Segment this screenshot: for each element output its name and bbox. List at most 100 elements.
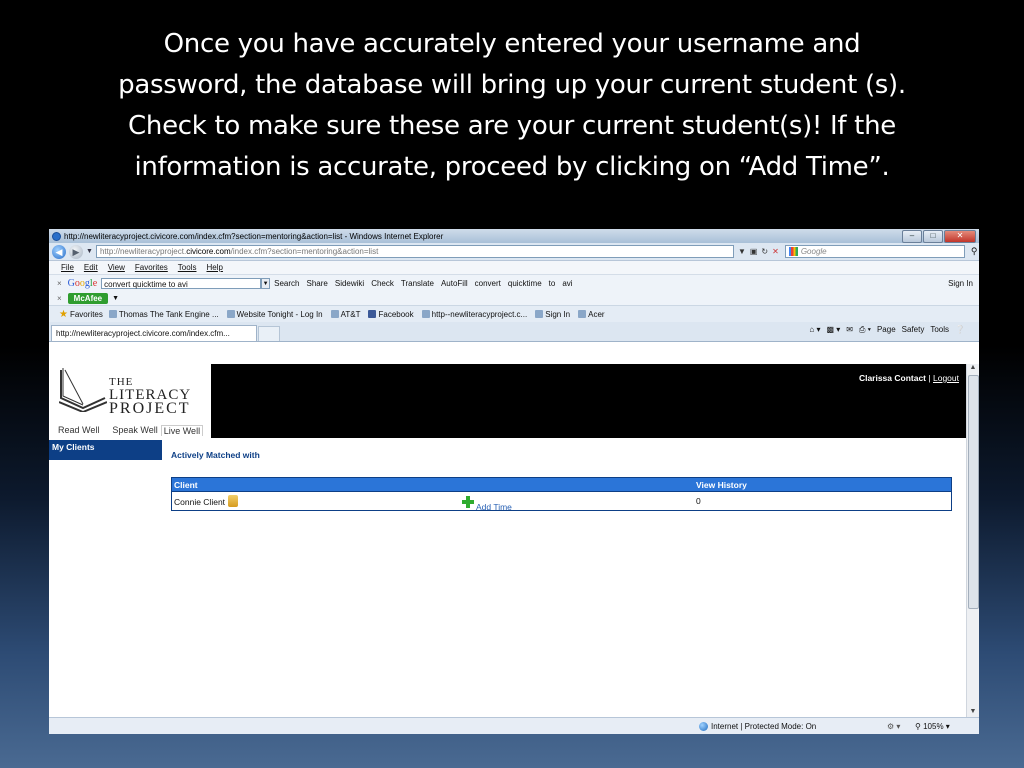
site-header: THE LITERACY PROJECT Read Well Speak Wel… — [49, 364, 967, 438]
print-icon[interactable]: ⎙ ▾ — [859, 325, 871, 335]
highlight-convert[interactable]: convert — [475, 279, 501, 288]
minimize-button[interactable]: – — [902, 230, 922, 243]
address-bar-row: ◀ ▶ ▼ http://newliteracyproject. civicore… — [49, 243, 979, 261]
favorite-signin[interactable]: Sign In — [535, 309, 570, 319]
google-search-button[interactable]: Search — [274, 279, 299, 288]
history-dropdown-icon[interactable]: ▼ — [86, 248, 93, 255]
page-menu[interactable]: Page — [877, 325, 896, 335]
google-share-button[interactable]: Share — [307, 279, 328, 288]
favorites-button[interactable]: ★ Favorites — [59, 309, 103, 320]
search-input[interactable]: Google — [784, 245, 965, 258]
caption-line-3: Check to make sure these are your curren… — [128, 111, 896, 141]
add-time-cell: Add Time — [460, 492, 694, 512]
highlight-quicktime[interactable]: quicktime — [508, 279, 542, 288]
table-row: Connie Client Add Time 0 — [172, 492, 952, 512]
query-dropdown-icon[interactable]: ▼ — [261, 277, 271, 289]
security-zone[interactable]: Internet | Protected Mode: On — [699, 721, 816, 731]
close-button[interactable]: ✕ — [944, 230, 976, 243]
stop-icon[interactable]: ✕ — [772, 247, 779, 256]
logo-text-project: PROJECT — [109, 400, 191, 417]
client-cell: Connie Client — [172, 492, 461, 511]
favorite-newliteracy[interactable]: http--newliteracyproject.c... — [421, 309, 527, 319]
ie-icon — [52, 231, 61, 241]
view-history-cell[interactable]: 0 — [694, 492, 952, 511]
user-separator: | — [928, 373, 931, 383]
add-time-button[interactable]: Add Time — [462, 496, 512, 512]
window-titlebar: http://newliteracyproject.civicore.com/i… — [49, 229, 979, 243]
google-query-input[interactable]: convert quicktime to avi — [101, 277, 262, 289]
nav-read-well[interactable]: Read Well — [49, 425, 102, 436]
compatibility-icon[interactable]: ▣ — [750, 247, 758, 256]
menu-file[interactable]: File — [61, 263, 74, 272]
menu-bar: File Edit View Favorites Tools Help — [49, 261, 979, 274]
menu-view[interactable]: View — [108, 263, 125, 272]
menu-tools[interactable]: Tools — [178, 263, 197, 272]
google-check-button[interactable]: Check — [371, 279, 394, 288]
maximize-button[interactable]: □ — [923, 230, 943, 243]
address-field[interactable]: http://newliteracyproject. civicore.com/i… — [95, 245, 734, 258]
mcafee-dropdown-icon[interactable]: ▼ — [112, 295, 119, 302]
nav-live-well[interactable]: Live Well — [160, 425, 204, 436]
site-logo[interactable]: THE LITERACY PROJECT Read Well Speak Wel… — [49, 364, 211, 438]
google-autofill-button[interactable]: AutoFill — [441, 279, 468, 288]
scroll-thumb[interactable] — [968, 375, 979, 609]
globe-icon — [699, 721, 708, 731]
slide-caption: Once you have accurately entered your us… — [40, 24, 984, 188]
google-logo: Google — [67, 277, 98, 289]
refresh-icon[interactable]: ↻ — [761, 247, 768, 256]
favorite-website-tonight[interactable]: Website Tonight - Log In — [226, 309, 323, 319]
caption-line-2: password, the database will bring up you… — [118, 70, 906, 100]
scroll-up-icon[interactable]: ▲ — [967, 364, 979, 374]
google-sidewiki-button[interactable]: Sidewiki — [335, 279, 364, 288]
page-content: THE LITERACY PROJECT Read Well Speak Wel… — [49, 364, 967, 718]
tab-current[interactable]: http://newliteracyproject.civicore.com/i… — [51, 325, 257, 341]
column-header-view-history: View History — [694, 477, 952, 492]
protected-mode-icon[interactable]: ⚙ ▾ — [887, 722, 900, 731]
zoom-level[interactable]: ⚲ 105% ▾ — [915, 722, 950, 731]
vertical-scrollbar[interactable]: ▲ ▼ — [966, 364, 979, 718]
highlight-avi[interactable]: avi — [562, 279, 572, 288]
tools-menu[interactable]: Tools — [930, 325, 949, 335]
menu-favorites[interactable]: Favorites — [135, 263, 168, 272]
favorites-bar: ★ Favorites Thomas The Tank Engine ... We… — [49, 305, 979, 322]
favorite-facebook[interactable]: Facebook — [368, 309, 414, 319]
plus-icon — [462, 496, 474, 508]
highlight-to[interactable]: to — [549, 279, 556, 288]
back-button[interactable]: ◀ — [52, 244, 66, 259]
sidebar-item-my-clients[interactable]: My Clients — [49, 440, 162, 460]
table-header-row: Client View History — [171, 477, 952, 492]
caption-line-4: information is accurate, proceed by clic… — [134, 152, 890, 182]
caption-line-1: Once you have accurately entered your us… — [163, 29, 861, 59]
google-signin-button[interactable]: Sign In — [948, 279, 973, 288]
google-translate-button[interactable]: Translate — [401, 279, 434, 288]
close-toolbar-icon[interactable]: × — [57, 279, 62, 288]
address-dropdown-icon[interactable]: ▼ — [738, 247, 746, 256]
new-tab-button[interactable] — [258, 326, 280, 341]
menu-edit[interactable]: Edit — [84, 263, 98, 272]
help-icon[interactable]: ❔ — [955, 325, 965, 335]
menu-help[interactable]: Help — [206, 263, 222, 272]
client-name[interactable]: Connie Client — [174, 497, 225, 507]
home-icon[interactable]: ⌂ ▾ — [809, 325, 820, 335]
column-header-client: Client — [171, 477, 460, 492]
mcafee-button[interactable]: McAfee — [67, 292, 109, 304]
favorite-acer[interactable]: Acer — [578, 309, 605, 319]
logout-link[interactable]: Logout — [933, 373, 959, 383]
google-toolbar: × Google convert quicktime to avi ▼ Sear… — [49, 274, 979, 291]
window-title: http://newliteracyproject.civicore.com/i… — [64, 231, 444, 241]
user-name: Clarissa Contact — [858, 373, 927, 383]
forward-button[interactable]: ▶ — [69, 244, 83, 259]
safety-menu[interactable]: Safety — [902, 325, 925, 335]
sidebar: My Clients — [49, 440, 162, 460]
client-card-icon[interactable] — [228, 495, 239, 507]
command-bar: ⌂ ▾ ▩ ▾ ✉ ⎙ ▾ Page Safety Tools ❔ — [809, 325, 965, 335]
favorite-thomas[interactable]: Thomas The Tank Engine ... — [108, 309, 219, 319]
search-icon[interactable]: ⚲ — [971, 246, 978, 257]
star-icon: ★ — [59, 308, 68, 320]
mail-icon[interactable]: ✉ — [846, 325, 853, 335]
favorite-att[interactable]: AT&T — [330, 309, 360, 319]
close-mcafee-icon[interactable]: × — [57, 294, 62, 303]
feeds-icon[interactable]: ▩ ▾ — [826, 325, 840, 335]
nav-speak-well[interactable]: Speak Well — [102, 425, 160, 436]
tab-bar: http://newliteracyproject.civicore.com/i… — [49, 322, 979, 342]
